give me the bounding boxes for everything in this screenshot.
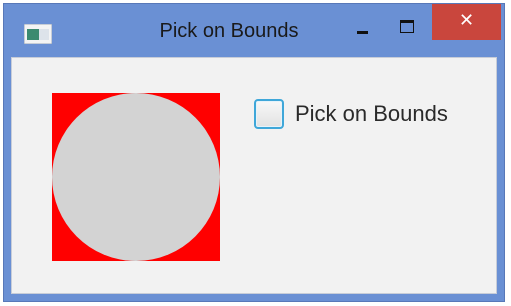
window-title: Pick on Bounds <box>159 20 299 42</box>
app-window: Pick on Bounds ✕ Pick on Bounds <box>3 3 505 302</box>
checkbox-box[interactable] <box>254 99 284 129</box>
minimize-button[interactable] <box>345 14 379 44</box>
checkbox-label: Pick on Bounds <box>295 101 448 126</box>
title-bar[interactable]: Pick on Bounds ✕ <box>4 4 504 57</box>
window-content: Pick on Bounds <box>11 57 497 294</box>
close-button[interactable]: ✕ <box>432 4 501 40</box>
gray-circle[interactable] <box>52 93 220 261</box>
maximize-button[interactable] <box>390 14 424 44</box>
pick-on-bounds-checkbox[interactable]: Pick on Bounds <box>254 96 448 132</box>
close-icon: ✕ <box>458 10 475 31</box>
shape-group <box>52 93 220 261</box>
